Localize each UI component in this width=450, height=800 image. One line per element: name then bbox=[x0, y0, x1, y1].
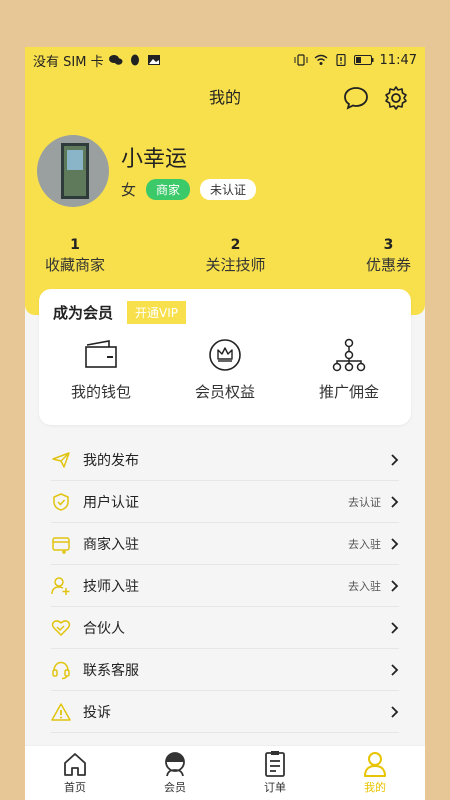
chevron-right-icon bbox=[391, 537, 399, 550]
stat-favorite-merchants[interactable]: 1 收藏商家 bbox=[45, 237, 105, 275]
menu-item-complaint[interactable]: 投诉 bbox=[51, 691, 399, 733]
menu-item-label: 合伙人 bbox=[83, 620, 125, 637]
menu-item-partner[interactable]: 合伙人 bbox=[51, 607, 399, 649]
commission-label: 推广佣金 bbox=[318, 383, 379, 401]
chevron-right-icon bbox=[391, 663, 399, 676]
chevron-right-icon bbox=[391, 453, 399, 466]
qq-icon bbox=[130, 54, 139, 66]
user-gender: 女 bbox=[121, 181, 137, 199]
menu-item-value: 去入驻 bbox=[348, 537, 381, 551]
menu-item-value: 去入驻 bbox=[348, 579, 381, 593]
member-icon bbox=[165, 752, 185, 777]
wifi-icon bbox=[314, 54, 327, 65]
wechat-icon bbox=[108, 55, 123, 65]
message-icon[interactable] bbox=[343, 85, 369, 111]
shield-icon bbox=[53, 492, 69, 511]
stat-coupons[interactable]: 3 优惠券 bbox=[366, 237, 411, 275]
open-vip-button[interactable]: 开通VIP bbox=[127, 301, 187, 324]
tab-label: 会员 bbox=[164, 781, 186, 794]
menu-item-customer-service[interactable]: 联系客服 bbox=[51, 649, 399, 691]
crown-icon bbox=[209, 339, 241, 371]
image-icon bbox=[147, 55, 160, 65]
chevron-right-icon bbox=[391, 579, 399, 592]
chevron-right-icon bbox=[391, 495, 399, 508]
tab-home[interactable]: 首页 bbox=[25, 746, 125, 800]
stat-count: 2 bbox=[230, 237, 241, 253]
menu-item-merchant-join[interactable]: 商家入驻 去入驻 bbox=[51, 523, 399, 565]
gear-icon[interactable] bbox=[383, 85, 409, 111]
headset-icon bbox=[52, 661, 70, 679]
battery-icon bbox=[353, 55, 374, 65]
wallet-label: 我的钱包 bbox=[70, 383, 131, 401]
home-icon bbox=[64, 753, 86, 776]
tab-orders[interactable]: 订单 bbox=[225, 746, 325, 800]
carrier-text: 没有 SIM 卡 bbox=[33, 54, 104, 70]
wallet-item[interactable]: 我的钱包 bbox=[46, 337, 156, 402]
tab-mine[interactable]: 我的 bbox=[325, 746, 425, 800]
chevron-right-icon bbox=[391, 621, 399, 634]
profile-section[interactable]: 小幸运 女 商家 未认证 bbox=[37, 135, 257, 207]
merchant-badge: 商家 bbox=[146, 179, 191, 200]
menu-item-value: 去认证 bbox=[348, 495, 381, 509]
chevron-right-icon bbox=[391, 705, 399, 718]
verification-badge: 未认证 bbox=[200, 179, 257, 200]
user-name: 小幸运 bbox=[121, 147, 188, 172]
status-bar: 没有 SIM 卡 11:47 bbox=[25, 47, 425, 73]
user-add-icon bbox=[51, 576, 70, 595]
stat-label: 收藏商家 bbox=[45, 256, 106, 274]
stat-count: 3 bbox=[383, 237, 394, 253]
tab-label: 订单 bbox=[264, 781, 286, 794]
menu-item-label: 商家入驻 bbox=[83, 536, 139, 553]
vip-card-title: 成为会员 bbox=[53, 304, 114, 322]
menu-item-label: 投诉 bbox=[83, 704, 111, 721]
tab-label: 我的 bbox=[364, 781, 386, 794]
send-icon bbox=[52, 451, 70, 468]
user-icon bbox=[364, 752, 386, 777]
member-benefits-item[interactable]: 会员权益 bbox=[170, 337, 280, 402]
network-icon bbox=[332, 338, 366, 372]
order-icon bbox=[265, 751, 285, 777]
sim-alert-icon bbox=[335, 54, 346, 66]
phone-screen: 没有 SIM 卡 11:47 我的 小幸运 女 商家 未认证 1 收藏商家 2 … bbox=[25, 47, 425, 800]
store-icon bbox=[52, 536, 70, 554]
menu-item-my-posts[interactable]: 我的发布 bbox=[51, 439, 399, 481]
clock-text: 11:47 bbox=[379, 52, 417, 68]
menu-item-label: 用户认证 bbox=[83, 494, 139, 511]
tab-member[interactable]: 会员 bbox=[125, 746, 225, 800]
wallet-icon bbox=[85, 340, 117, 368]
handshake-icon bbox=[51, 619, 71, 636]
stats-row: 1 收藏商家 2 关注技师 3 优惠券 bbox=[25, 237, 425, 275]
vibrate-icon bbox=[294, 54, 308, 66]
stat-label: 关注技师 bbox=[205, 256, 266, 274]
menu-item-label: 联系客服 bbox=[83, 662, 139, 679]
member-benefits-label: 会员权益 bbox=[194, 383, 255, 401]
menu-item-technician-join[interactable]: 技师入驻 去入驻 bbox=[51, 565, 399, 607]
stat-followed-technicians[interactable]: 2 关注技师 bbox=[205, 237, 265, 275]
menu-list: 我的发布 用户认证 去认证 商家入驻 去入驻 技师入驻 去入驻 合伙人 联系客服… bbox=[51, 439, 399, 733]
vip-card: 成为会员 开通VIP 我的钱包 会员权益 推广佣金 bbox=[39, 289, 411, 425]
tab-label: 首页 bbox=[64, 781, 86, 794]
menu-item-label: 我的发布 bbox=[83, 452, 139, 469]
bottom-tab-bar: 首页 会员 订单 我的 bbox=[25, 745, 425, 800]
menu-item-user-verification[interactable]: 用户认证 去认证 bbox=[51, 481, 399, 523]
commission-item[interactable]: 推广佣金 bbox=[294, 337, 404, 402]
stat-count: 1 bbox=[70, 237, 80, 253]
menu-item-label: 技师入驻 bbox=[83, 578, 139, 595]
warning-icon bbox=[51, 702, 71, 721]
avatar[interactable] bbox=[37, 135, 109, 207]
stat-label: 优惠券 bbox=[365, 256, 411, 274]
